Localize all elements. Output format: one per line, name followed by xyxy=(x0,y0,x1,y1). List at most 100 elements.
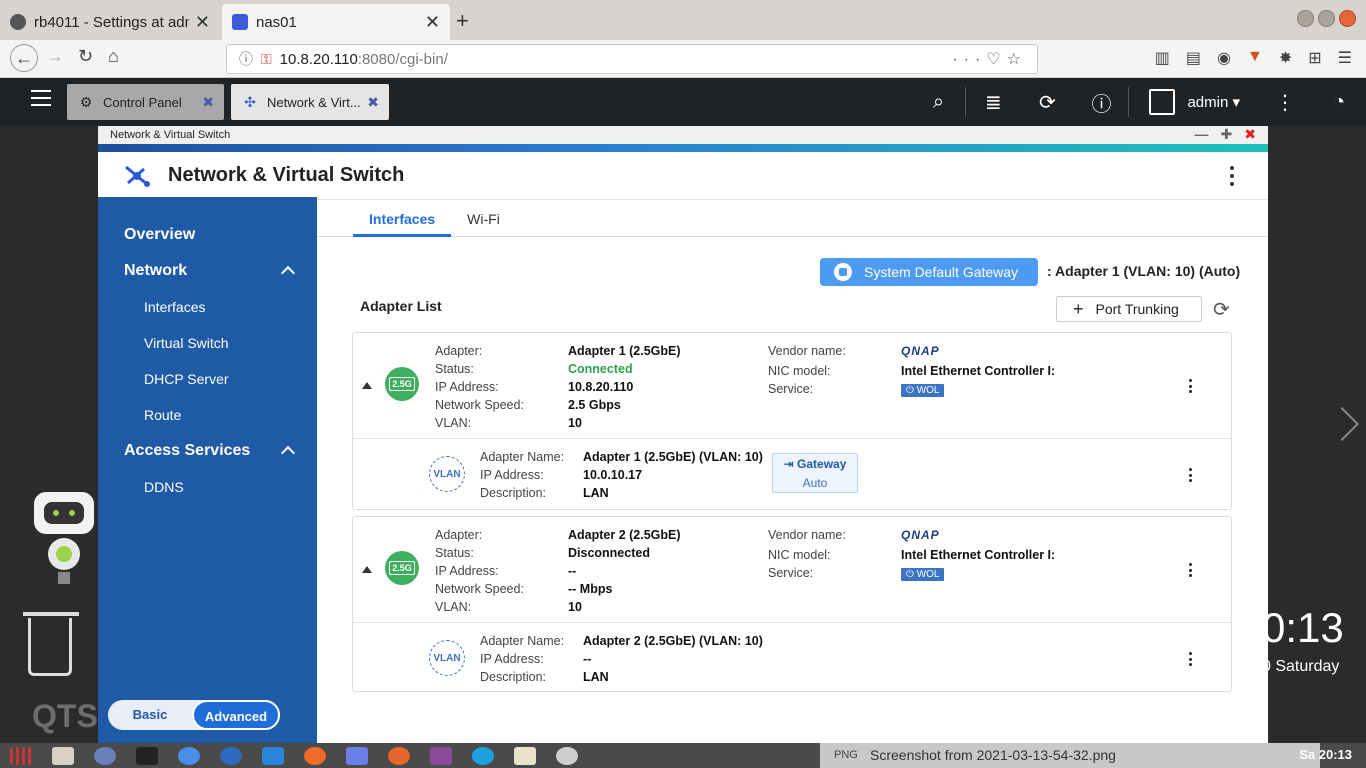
info-icon[interactable]: ⓘ xyxy=(239,49,253,69)
ip-value: -- xyxy=(568,564,577,578)
postman-icon[interactable] xyxy=(304,746,326,765)
qts-tab-network[interactable]: ✣ Network & Virt... ✖ xyxy=(231,84,389,120)
url-path: :8080/cgi-bin/ xyxy=(357,50,448,68)
port-trunking-label: Port Trunking xyxy=(1095,301,1179,317)
close-window-icon[interactable] xyxy=(1339,10,1356,27)
sidebar-item-overview[interactable]: Overview xyxy=(98,217,317,253)
adapter-more-icon[interactable] xyxy=(1189,563,1193,577)
new-tab-icon[interactable]: + xyxy=(456,8,469,34)
vlan-more-icon[interactable] xyxy=(1189,468,1193,482)
qnap-favicon-icon xyxy=(232,14,248,30)
terminal-icon[interactable] xyxy=(136,746,158,765)
taskbar-screenshot-window[interactable]: PNG Screenshot from 2021-03-13-54-32.png xyxy=(820,743,1320,768)
sidebar-item-virtual-switch[interactable]: Virtual Switch xyxy=(98,325,317,361)
taskbar-clock[interactable]: Sa 20:13 xyxy=(1299,747,1352,762)
library-icon[interactable]: ▥ xyxy=(1155,48,1170,68)
extension-icon[interactable]: ⊞ xyxy=(1308,48,1321,68)
stack-icon[interactable]: ≣ xyxy=(966,90,1020,115)
close-icon[interactable]: ✖ xyxy=(202,94,214,111)
skype-icon[interactable] xyxy=(472,746,494,765)
refresh-icon[interactable]: ⟳ xyxy=(1213,297,1230,322)
home-icon[interactable]: ⌂ xyxy=(108,46,119,67)
system-default-gateway-button[interactable]: System Default Gateway xyxy=(820,258,1038,286)
vendor-logo: QNAP xyxy=(901,344,940,358)
browser-tab-nas01[interactable]: nas01 ✕ xyxy=(222,4,450,40)
maximize-icon[interactable] xyxy=(1318,10,1335,27)
firefox-icon[interactable] xyxy=(388,746,410,765)
qts-tab-control-panel[interactable]: ⚙ Control Panel ✖ xyxy=(67,84,224,120)
minimize-icon[interactable] xyxy=(1297,10,1314,27)
page-actions-icon[interactable]: ···♡☆ xyxy=(952,49,1027,69)
reload-icon[interactable]: ↻ xyxy=(78,46,93,67)
extension-icon[interactable]: ▼ xyxy=(1247,48,1263,68)
browser-tab-label: nas01 xyxy=(256,13,297,31)
app-title: Network & Virtual Switch xyxy=(168,164,405,186)
label: Status: xyxy=(435,362,474,376)
label: Status: xyxy=(435,546,474,560)
sidebar-group-network[interactable]: Network xyxy=(98,253,317,289)
collapse-icon[interactable] xyxy=(362,382,372,389)
vscode-icon[interactable] xyxy=(262,746,284,765)
chrome-icon[interactable] xyxy=(178,746,200,765)
label: Adapter: xyxy=(435,344,483,358)
vlan-name: Adapter 1 (2.5GbE) (VLAN: 10) xyxy=(583,450,763,464)
close-icon[interactable]: ✕ xyxy=(425,12,440,33)
close-icon[interactable]: ✕ xyxy=(195,12,210,33)
browser-tab-rb4011[interactable]: rb4011 - Settings at admin ✕ xyxy=(0,4,220,40)
image-viewer-icon[interactable] xyxy=(430,746,452,765)
vlan-labels: Adapter Name: IP Address: Description: xyxy=(480,632,564,686)
label: Network Speed: xyxy=(435,398,524,412)
sidebar-item-ddns[interactable]: DDNS xyxy=(98,469,317,505)
user-icon[interactable] xyxy=(1149,89,1176,115)
app-icon[interactable] xyxy=(220,746,242,765)
recycle-bin-icon[interactable] xyxy=(23,612,79,676)
editor-icon[interactable] xyxy=(514,746,536,765)
label: IP Address: xyxy=(435,380,499,394)
sidebar-icon[interactable]: ▤ xyxy=(1186,48,1201,68)
close-icon[interactable]: ✖ xyxy=(367,94,379,111)
collapse-icon[interactable] xyxy=(362,566,372,573)
mode-basic-button[interactable]: Basic xyxy=(108,700,192,730)
search-icon[interactable]: ⌕ xyxy=(911,91,965,114)
minimize-icon[interactable]: — xyxy=(1195,126,1209,143)
port-trunking-button[interactable]: + Port Trunking xyxy=(1056,296,1202,322)
apps-grid-icon[interactable] xyxy=(10,746,32,765)
speed-value: -- Mbps xyxy=(568,582,613,596)
next-page-icon[interactable] xyxy=(1325,407,1359,441)
settings-icon[interactable] xyxy=(556,746,578,765)
close-icon[interactable]: ✖ xyxy=(1244,126,1256,143)
helpdesk-robot-icon[interactable] xyxy=(30,490,98,586)
speed-value: 2.5 Gbps xyxy=(568,398,621,412)
tab-interfaces[interactable]: Interfaces xyxy=(353,197,452,237)
nic-value: Intel Ethernet Controller I: xyxy=(901,364,1056,378)
url-bar[interactable]: ⓘ ⚿ 10.8.20.110:8080/cgi-bin/ ···♡☆ xyxy=(226,44,1038,74)
sync-icon[interactable]: ⟳ xyxy=(1020,90,1074,115)
vlan-value: 10 xyxy=(568,416,582,430)
sidebar-item-route[interactable]: Route xyxy=(98,397,317,433)
lock-icon[interactable] xyxy=(94,746,116,765)
discord-icon[interactable] xyxy=(346,746,368,765)
adapter-more-icon[interactable] xyxy=(1189,379,1193,393)
user-menu[interactable]: admin ▾ xyxy=(1175,93,1258,111)
vendor-values: QNAP Intel Ethernet Controller I: ⏻ WOL xyxy=(901,342,1055,398)
files-icon[interactable] xyxy=(52,746,74,765)
account-icon[interactable]: ◉ xyxy=(1217,48,1231,68)
info-icon[interactable]: ⓘ xyxy=(1074,88,1128,117)
forward-icon[interactable]: → xyxy=(46,46,64,67)
main-menu-icon[interactable] xyxy=(31,90,51,106)
label: Vendor name: xyxy=(768,344,846,358)
extension-icon[interactable]: ✸ xyxy=(1279,48,1292,68)
sidebar-item-dhcp-server[interactable]: DHCP Server xyxy=(98,361,317,397)
mode-advanced-button[interactable]: Advanced xyxy=(192,700,280,730)
maximize-icon[interactable]: ✚ xyxy=(1221,126,1233,143)
vlan-more-icon[interactable] xyxy=(1189,652,1193,666)
menu-icon[interactable]: ☰ xyxy=(1338,48,1352,68)
tab-wifi[interactable]: Wi-Fi xyxy=(451,197,516,237)
more-icon[interactable]: ⋮ xyxy=(1258,90,1312,115)
sidebar-group-access-services[interactable]: Access Services xyxy=(98,433,317,469)
adapter-name: Adapter 2 (2.5GbE) xyxy=(568,528,681,542)
app-menu-icon[interactable] xyxy=(1230,166,1234,186)
back-icon[interactable]: ← xyxy=(10,44,38,72)
sidebar-item-interfaces[interactable]: Interfaces xyxy=(98,289,317,325)
dashboard-icon[interactable]: ◔ xyxy=(1312,91,1366,114)
